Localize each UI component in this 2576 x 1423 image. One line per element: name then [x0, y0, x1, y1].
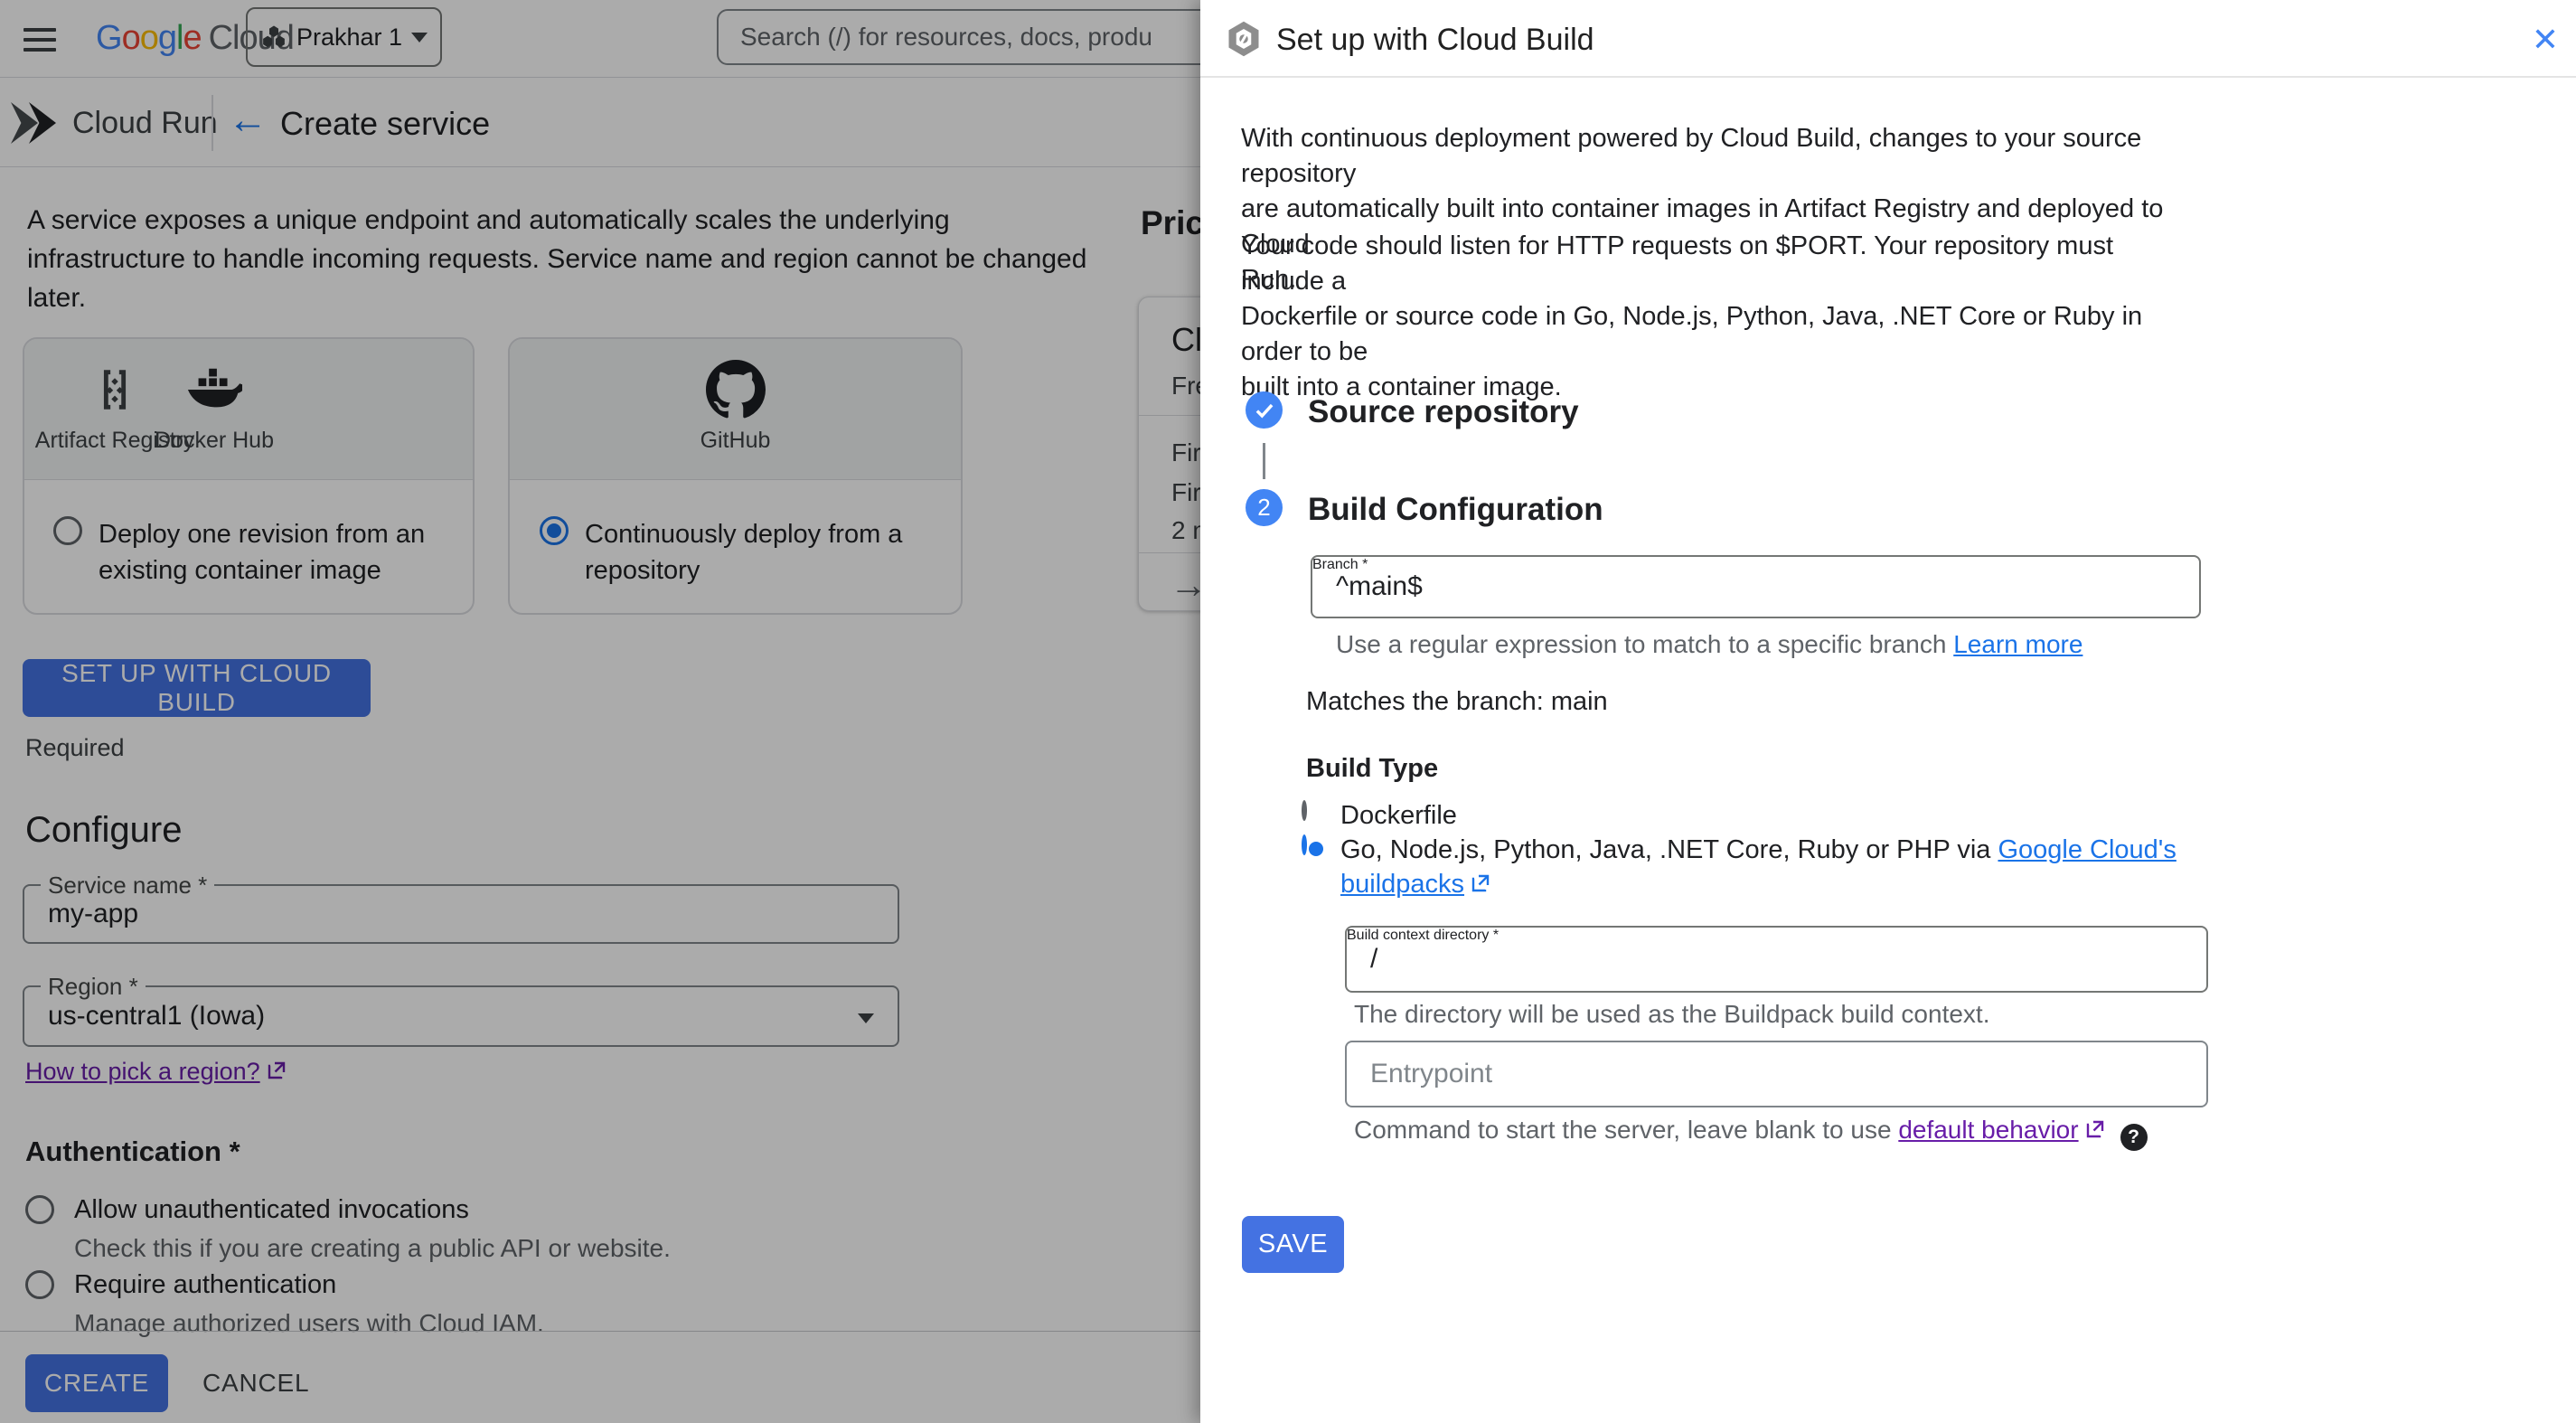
- close-icon[interactable]: ✕: [2522, 16, 2569, 63]
- step1-check-icon: [1246, 391, 1283, 429]
- default-behavior-link[interactable]: default behavior: [1898, 1116, 2078, 1144]
- learn-more-link[interactable]: Learn more: [1953, 630, 2082, 658]
- buildpacks-link[interactable]: buildpacks: [1340, 870, 1464, 899]
- external-link-icon: [1470, 872, 1491, 901]
- step-connector: [1263, 443, 1265, 479]
- dockerfile-radio[interactable]: [1302, 800, 1307, 821]
- step1-title[interactable]: Source repository: [1308, 394, 1579, 430]
- panel-title: Set up with Cloud Build: [1276, 23, 1594, 57]
- build-context-helper: The directory will be used as the Buildp…: [1354, 1000, 1990, 1028]
- cloud-build-icon: [1224, 19, 1264, 59]
- help-icon[interactable]: ?: [2120, 1124, 2148, 1151]
- modal-scrim[interactable]: [0, 0, 1200, 1423]
- build-type-buildpacks-option[interactable]: Go, Node.js, Python, Java, .NET Core, Ru…: [1302, 834, 2176, 864]
- entrypoint-field[interactable]: [1345, 1041, 2208, 1107]
- entrypoint-input[interactable]: [1370, 1042, 2183, 1106]
- branch-field[interactable]: Branch *: [1311, 555, 2201, 618]
- build-context-field[interactable]: Build context directory *: [1345, 926, 2208, 993]
- step2-number: 2: [1246, 489, 1283, 526]
- build-context-input[interactable]: [1370, 928, 2183, 991]
- buildpacks-label: Go, Node.js, Python, Java, .NET Core, Ru…: [1340, 835, 1998, 864]
- buildpacks-radio[interactable]: [1302, 834, 1307, 855]
- external-link-icon: [2084, 1117, 2106, 1146]
- dockerfile-label: Dockerfile: [1340, 801, 1457, 830]
- panel-header: Set up with Cloud Build ✕: [1200, 0, 2576, 78]
- panel-intro-2: Your code should listen for HTTP request…: [1241, 231, 2143, 401]
- build-type-dockerfile-option[interactable]: Dockerfile: [1302, 800, 1457, 830]
- entrypoint-helper: Command to start the server, leave blank…: [1354, 1116, 2148, 1151]
- save-button[interactable]: SAVE: [1242, 1216, 1344, 1273]
- build-type-label: Build Type: [1306, 754, 1439, 783]
- buildpacks-link[interactable]: Google Cloud's: [1998, 835, 2176, 864]
- step2-title[interactable]: Build Configuration: [1308, 492, 1603, 528]
- branch-helper: Use a regular expression to match to a s…: [1336, 630, 2083, 658]
- branch-match-text: Matches the branch: main: [1306, 687, 1608, 716]
- cloud-build-panel: Set up with Cloud Build ✕ With continuou…: [1200, 0, 2576, 1423]
- branch-input[interactable]: [1336, 557, 2176, 617]
